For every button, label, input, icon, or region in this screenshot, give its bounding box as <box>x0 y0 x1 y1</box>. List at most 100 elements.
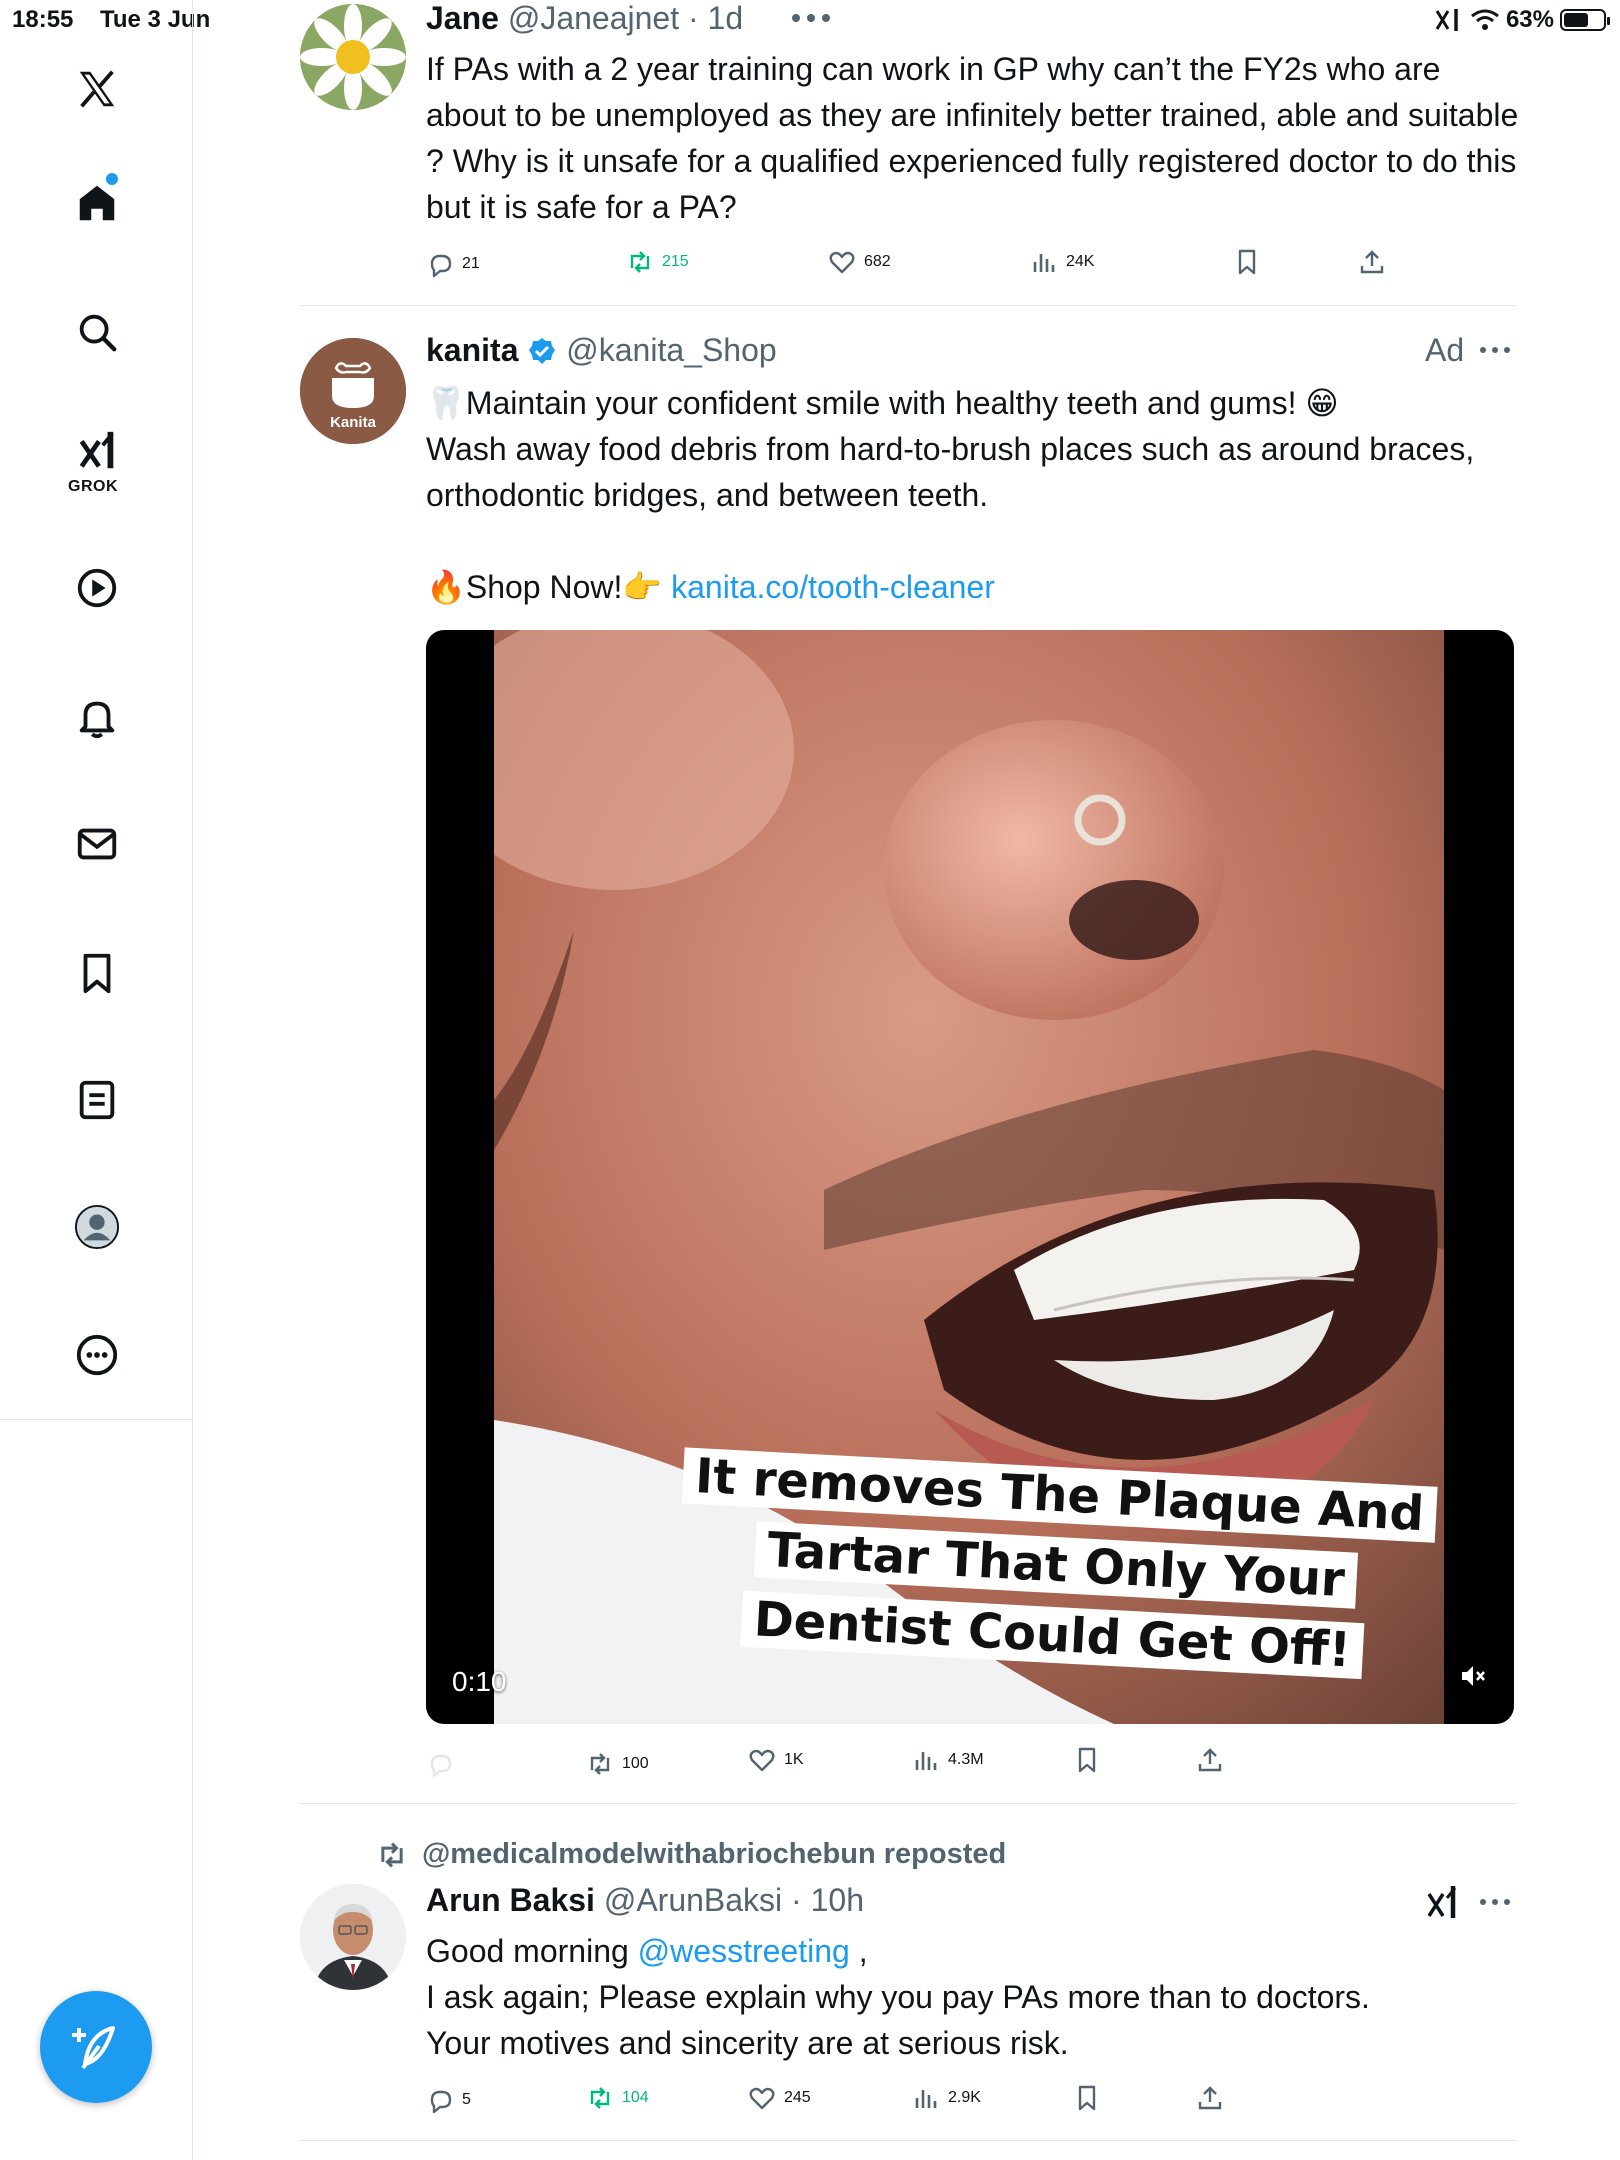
like-button[interactable]: 1K <box>748 1746 804 1774</box>
post-body: Good morning @wesstreeting , I ask again… <box>426 1928 1526 2066</box>
avatar[interactable] <box>300 4 406 110</box>
repost-icon <box>630 251 650 273</box>
author-name[interactable]: Arun Baksi <box>426 1882 595 1918</box>
divider <box>300 2140 1516 2141</box>
avatar[interactable]: Kanita <box>300 338 406 444</box>
repost-button[interactable]: 104 <box>586 2084 649 2112</box>
post-body: If PAs with a 2 year training can work i… <box>426 51 1519 225</box>
bookmark-button[interactable] <box>1233 248 1261 276</box>
video-time: 0:10 <box>452 1666 507 1697</box>
heart-icon <box>749 2087 775 2110</box>
post-time: · 10h <box>791 1882 864 1918</box>
reply-count: 21 <box>462 255 480 272</box>
ad-label: Ad <box>1425 332 1465 368</box>
notifications-icon[interactable] <box>70 690 124 744</box>
video-player[interactable]: It removes The Plaque And Tartar That On… <box>426 630 1514 1724</box>
mute-icon[interactable] <box>1458 1661 1488 1696</box>
author-name[interactable]: Jane <box>426 0 499 36</box>
mention-link[interactable]: @wesstreeting <box>638 1933 850 1969</box>
reposted-by[interactable]: @medicalmodelwithabriochebun reposted <box>422 1838 1006 1871</box>
bookmark-button[interactable] <box>1073 1746 1101 1774</box>
reply-button[interactable]: 5 <box>426 2086 471 2114</box>
author-handle[interactable]: @kanita_Shop <box>566 332 776 368</box>
repost-icon <box>590 2087 610 2109</box>
author-name[interactable]: kanita <box>426 332 518 368</box>
post-author[interactable]: Arun Baksi @ArunBaksi · 10h <box>426 1882 864 1919</box>
video-caption-text: It removes The Plaque And Tartar That On… <box>681 1447 1438 1680</box>
post-body: 🦷Maintain your confident smile with heal… <box>426 380 1526 610</box>
sidebar: GROK <box>0 0 193 1420</box>
views-button[interactable]: 24K <box>1030 248 1094 276</box>
greeting-end: , <box>849 1933 868 1969</box>
grok-icon[interactable] <box>1425 1884 1461 1925</box>
views-button[interactable]: 4.3M <box>912 1746 984 1774</box>
x-logo-icon[interactable] <box>70 62 124 116</box>
repost-context[interactable]: @medicalmodelwithabriochebun reposted <box>376 1838 1006 1871</box>
heart-icon <box>749 1749 775 1772</box>
like-count: 682 <box>864 253 891 270</box>
body-line-1: Good morning @wesstreeting , <box>426 1928 1526 1974</box>
repost-count: 100 <box>622 1755 649 1772</box>
wifi-icon <box>1471 9 1499 30</box>
repost-count: 104 <box>622 2089 649 2106</box>
shop-line: 🔥Shop Now!👉 kanita.co/tooth-cleaner <box>426 564 1526 610</box>
more-icon[interactable] <box>70 1328 124 1382</box>
like-button[interactable]: 682 <box>828 248 891 276</box>
battery-percent: 63% <box>1505 6 1554 33</box>
repost-button[interactable]: 215 <box>626 248 689 276</box>
body-line-2: I ask again; Please explain why you pay … <box>426 1979 1370 2015</box>
post-menu-icon[interactable] <box>788 6 834 35</box>
views-icon <box>1033 254 1055 272</box>
post-menu-icon[interactable] <box>1478 340 1512 365</box>
reply-count: 5 <box>462 2091 471 2108</box>
post-author[interactable]: Jane @Janeajnet · 1d <box>426 0 743 37</box>
avatar-text: Kanita <box>330 414 377 431</box>
bookmarks-icon[interactable] <box>70 946 124 1000</box>
share-button[interactable] <box>1196 2084 1224 2112</box>
views-icon <box>915 2090 937 2108</box>
reply-icon <box>430 254 452 278</box>
battery-fill <box>1564 13 1588 27</box>
grok-icon[interactable] <box>70 424 124 478</box>
shop-link[interactable]: kanita.co/tooth-cleaner <box>671 569 995 605</box>
reply-button[interactable] <box>426 1750 454 1778</box>
post-menu-icon[interactable] <box>1478 1892 1512 1917</box>
views-button[interactable]: 2.9K <box>912 2084 981 2112</box>
profile-icon[interactable] <box>70 1200 124 1254</box>
messages-icon[interactable] <box>70 817 124 871</box>
verified-badge-icon <box>529 338 556 364</box>
share-button[interactable] <box>1196 1746 1224 1774</box>
share-button[interactable] <box>1358 248 1386 276</box>
repost-icon <box>590 1753 610 1775</box>
grok-label: GROK <box>68 478 118 495</box>
compose-button[interactable] <box>40 1991 152 2103</box>
like-button[interactable]: 245 <box>748 2084 811 2112</box>
repost-icon <box>381 1842 403 1867</box>
lists-icon[interactable] <box>70 1073 124 1127</box>
bookmark-icon <box>1078 1747 1096 1773</box>
bookmark-button[interactable] <box>1073 2084 1101 2112</box>
author-handle[interactable]: @ArunBaksi <box>604 1882 782 1918</box>
avatar[interactable] <box>300 1884 406 1990</box>
reply-icon <box>430 1754 452 1778</box>
grok-status-icon <box>1435 9 1458 31</box>
home-notification-dot <box>106 173 118 185</box>
post-author[interactable]: kanita @kanita_Shop <box>426 332 777 369</box>
repost-count: 215 <box>662 253 689 270</box>
share-icon <box>1198 1748 1222 1772</box>
bookmark-icon <box>1238 249 1256 275</box>
reply-button[interactable]: 21 <box>426 250 480 278</box>
divider <box>300 1803 1516 1804</box>
video-icon[interactable] <box>70 561 124 615</box>
shop-text: 🔥Shop Now!👉 <box>426 569 672 605</box>
like-count: 245 <box>784 2089 811 2106</box>
home-icon[interactable] <box>70 176 124 230</box>
search-icon[interactable] <box>70 305 124 359</box>
greeting: Good morning <box>426 1933 638 1969</box>
repost-button[interactable]: 100 <box>586 1750 649 1778</box>
views-icon <box>915 1752 937 1770</box>
compose-feather-icon <box>72 2026 115 2070</box>
view-count: 24K <box>1066 253 1095 270</box>
author-handle[interactable]: @Janeajnet <box>508 0 679 36</box>
